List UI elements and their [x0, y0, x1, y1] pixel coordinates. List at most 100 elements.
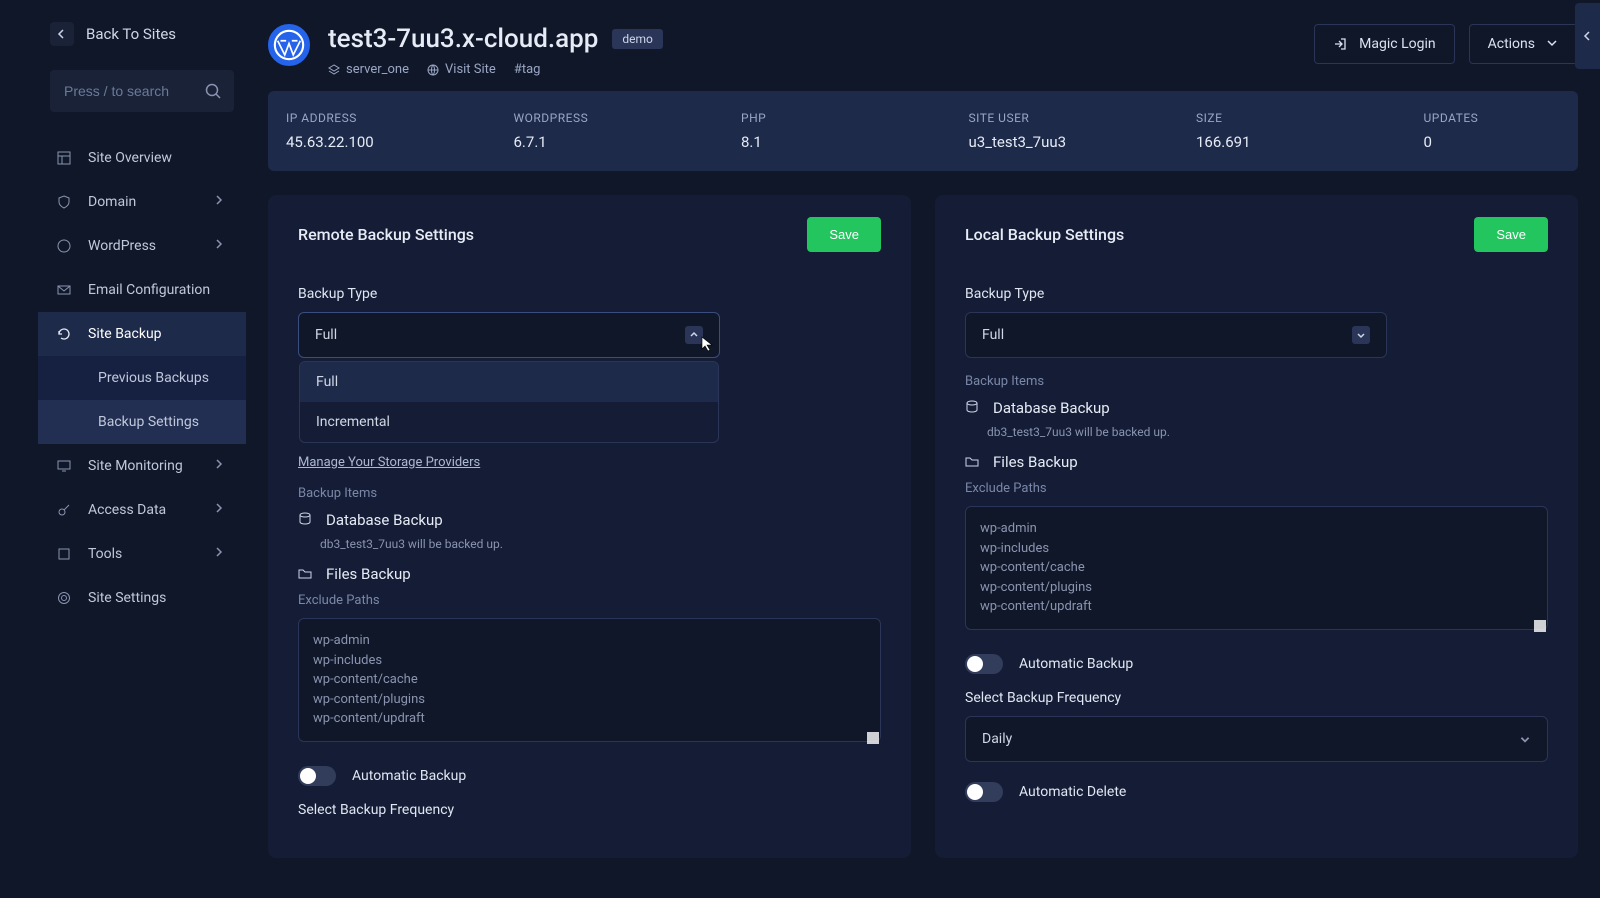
sidebar-item-label: Tools — [88, 546, 122, 562]
tools-icon — [56, 546, 72, 562]
magic-login-button[interactable]: Magic Login — [1314, 24, 1454, 64]
chevron-left-icon — [1583, 31, 1593, 41]
folder-icon — [965, 454, 981, 470]
sidebar-item-tools[interactable]: Tools — [38, 532, 246, 576]
dropdown-option-full[interactable]: Full — [300, 362, 718, 402]
sidebar-item-label: Site Overview — [88, 150, 172, 166]
info-ip: IP ADDRESS 45.63.22.100 — [286, 111, 514, 151]
resize-handle[interactable] — [1534, 620, 1546, 632]
sidebar-item-overview[interactable]: Site Overview — [38, 136, 246, 180]
info-strip: IP ADDRESS 45.63.22.100 WORDPRESS 6.7.1 … — [268, 91, 1578, 171]
sidebar-item-email[interactable]: Email Configuration — [38, 268, 246, 312]
save-button[interactable]: Save — [807, 217, 881, 252]
visit-site-link[interactable]: Visit Site — [427, 62, 496, 77]
site-title: test3-7uu3.x-cloud.app — [328, 24, 598, 54]
sidebar-item-label: Site Settings — [88, 590, 166, 606]
files-backup-item: Files Backup — [298, 565, 881, 583]
sidebar-item-label: Email Configuration — [88, 282, 210, 298]
database-desc: db3_test3_7uu3 will be backed up. — [987, 425, 1548, 439]
collapse-tab[interactable] — [1575, 3, 1600, 69]
toggle-label: Automatic Backup — [1019, 656, 1133, 672]
dropdown-option-incremental[interactable]: Incremental — [300, 402, 718, 442]
frequency-select[interactable]: Daily — [965, 716, 1548, 762]
automatic-delete-toggle[interactable] — [965, 782, 1003, 802]
gear-icon — [56, 590, 72, 606]
sidebar-item-settings[interactable]: Site Settings — [38, 576, 246, 620]
sidebar-item-label: WordPress — [88, 238, 156, 254]
save-button[interactable]: Save — [1474, 217, 1548, 252]
login-icon — [1333, 37, 1347, 51]
panel-title: Remote Backup Settings — [298, 225, 474, 244]
manage-storage-link[interactable]: Manage Your Storage Providers — [298, 455, 480, 470]
select-value: Full — [315, 327, 337, 343]
sidebar-item-backup-settings[interactable]: Backup Settings — [38, 400, 246, 444]
mail-icon — [56, 282, 72, 298]
automatic-backup-toggle[interactable] — [965, 654, 1003, 674]
backup-type-label: Backup Type — [298, 286, 881, 302]
database-backup-item: Database Backup — [965, 399, 1548, 417]
chevron-down-icon — [1547, 38, 1559, 50]
monitor-icon — [56, 458, 72, 474]
resize-handle[interactable] — [867, 732, 879, 744]
backup-type-select[interactable]: Full — [965, 312, 1387, 358]
shield-icon — [56, 194, 72, 210]
frequency-label: Select Backup Frequency — [965, 690, 1548, 706]
sidebar-item-wordpress[interactable]: WordPress — [38, 224, 246, 268]
database-backup-item: Database Backup — [298, 511, 881, 529]
info-php: PHP 8.1 — [741, 111, 969, 151]
cursor-icon — [701, 336, 717, 352]
sidebar-item-backup[interactable]: Site Backup — [38, 312, 246, 356]
backup-type-dropdown: Full Incremental — [299, 361, 719, 443]
sidebar-item-label: Site Backup — [88, 326, 162, 342]
automatic-backup-toggle[interactable] — [298, 766, 336, 786]
sidebar-item-label: Access Data — [88, 502, 166, 518]
chevron-right-icon — [214, 547, 228, 561]
exclude-paths-input[interactable] — [298, 618, 881, 742]
folder-icon — [298, 566, 314, 582]
info-wordpress: WORDPRESS 6.7.1 — [514, 111, 742, 151]
database-desc: db3_test3_7uu3 will be backed up. — [320, 537, 881, 551]
select-value: Daily — [982, 731, 1012, 747]
back-button[interactable] — [50, 22, 74, 46]
back-label[interactable]: Back To Sites — [86, 25, 176, 43]
database-icon — [965, 400, 981, 416]
main-content: test3-7uu3.x-cloud.app demo server_one V… — [246, 8, 1600, 898]
sidebar: Back To Sites Site Overview Domain WordP… — [38, 8, 246, 898]
info-size: SIZE 166.691 — [1196, 111, 1424, 151]
remote-backup-panel: Remote Backup Settings Save Backup Type … — [268, 195, 911, 858]
database-icon — [298, 512, 314, 528]
toggle-label: Automatic Backup — [352, 768, 466, 784]
key-icon — [56, 502, 72, 518]
chevron-down-icon — [1352, 326, 1370, 344]
info-user: SITE USER u3_test3_7uu3 — [969, 111, 1197, 151]
exclude-paths-input[interactable] — [965, 506, 1548, 630]
exclude-paths-label: Exclude Paths — [965, 481, 1548, 496]
backup-type-label: Backup Type — [965, 286, 1548, 302]
demo-badge: demo — [612, 29, 663, 49]
exclude-paths-label: Exclude Paths — [298, 593, 881, 608]
select-value: Full — [982, 327, 1004, 343]
chevron-right-icon — [214, 459, 228, 473]
backup-type-select[interactable]: Full Full Incremental — [298, 312, 720, 358]
sidebar-item-label: Previous Backups — [98, 370, 209, 386]
sidebar-item-previous-backups[interactable]: Previous Backups — [38, 356, 246, 400]
files-backup-item: Files Backup — [965, 453, 1548, 471]
search-icon[interactable] — [204, 82, 222, 100]
actions-button[interactable]: Actions — [1469, 24, 1578, 64]
backup-items-label: Backup Items — [298, 486, 881, 501]
hashtag[interactable]: #tag — [514, 62, 541, 77]
sidebar-item-label: Site Monitoring — [88, 458, 183, 474]
sidebar-item-monitoring[interactable]: Site Monitoring — [38, 444, 246, 488]
sidebar-item-domain[interactable]: Domain — [38, 180, 246, 224]
chevron-right-icon — [214, 239, 228, 253]
server-tag[interactable]: server_one — [328, 62, 409, 77]
chevron-down-icon — [1519, 733, 1531, 745]
frequency-label: Select Backup Frequency — [298, 802, 881, 818]
sidebar-item-label: Backup Settings — [98, 414, 199, 430]
wordpress-icon — [56, 238, 72, 254]
refresh-icon — [56, 326, 72, 342]
wordpress-logo — [268, 24, 310, 66]
sidebar-item-access[interactable]: Access Data — [38, 488, 246, 532]
sidebar-item-label: Domain — [88, 194, 136, 210]
chevron-right-icon — [214, 195, 228, 209]
